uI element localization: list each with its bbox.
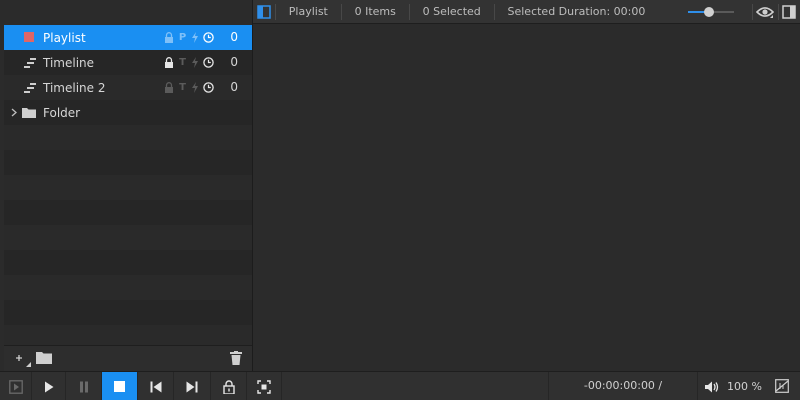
pause-button[interactable]	[66, 372, 102, 400]
lightning-icon[interactable]	[191, 82, 199, 93]
panel-left-icon	[256, 4, 271, 19]
play-outline-icon	[8, 379, 23, 394]
plus-icon	[16, 355, 31, 367]
toggle-right-panel-button[interactable]	[778, 0, 800, 24]
playlist-tree-panel: Playlist P 0 Timeline T 0 Timeline 2 T 0	[4, 25, 252, 350]
timeline-icon	[24, 58, 36, 68]
play-button[interactable]	[32, 372, 66, 400]
speaker-icon[interactable]	[705, 381, 719, 393]
tree-row-folder[interactable]: Folder	[4, 100, 252, 125]
lightning-icon[interactable]	[191, 32, 199, 43]
tree-row-timeline-2[interactable]: Timeline 2 T 0	[4, 75, 252, 100]
fit-view-button[interactable]	[247, 372, 282, 400]
skip-forward-icon	[186, 381, 198, 392]
pause-icon	[79, 381, 88, 392]
timecode-display: -00:00:00:00 / 00:00:00:00	[548, 372, 698, 400]
empty-row	[4, 200, 252, 225]
tree-row-count: 0	[230, 80, 238, 94]
empty-row	[4, 125, 252, 150]
clock-icon[interactable]	[203, 32, 214, 43]
play-icon	[44, 381, 53, 392]
chevron-right-icon[interactable]	[11, 108, 17, 117]
tree-row-count: 0	[230, 30, 238, 44]
panel-right-icon	[782, 4, 796, 19]
next-button[interactable]	[174, 372, 211, 400]
zoom-slider[interactable]	[688, 5, 735, 19]
lock-icon[interactable]	[164, 82, 174, 93]
selected-duration-label: Selected Duration: 00:00	[507, 5, 646, 18]
empty-row	[4, 175, 252, 200]
stop-button[interactable]	[102, 372, 138, 400]
lightning-icon[interactable]	[191, 57, 199, 68]
tree-row-name: Timeline 2	[43, 80, 106, 95]
tree-row-name: Timeline	[43, 55, 95, 70]
current-playlist-label: Playlist	[288, 5, 328, 18]
play-mode-flag[interactable]: T	[178, 57, 187, 68]
add-folder-button[interactable]	[36, 351, 54, 367]
preview-play-button[interactable]	[0, 372, 32, 400]
delete-button[interactable]	[230, 351, 244, 367]
selected-count-label: 0 Selected	[422, 5, 481, 18]
lock-icon[interactable]	[164, 32, 174, 43]
toggle-left-panel-button[interactable]	[252, 0, 275, 24]
volume-level: 100 %	[727, 380, 762, 393]
visibility-button[interactable]	[753, 0, 777, 24]
items-count-label: 0 Items	[354, 5, 396, 18]
folder-icon	[22, 108, 36, 118]
empty-row	[4, 250, 252, 275]
volume-control[interactable]: 100 %	[705, 372, 762, 400]
empty-row	[4, 300, 252, 325]
tree-row-name: Playlist	[43, 30, 86, 45]
top-toolbar: Playlist 0 Items 0 Selected Selected Dur…	[252, 0, 800, 24]
trash-icon	[230, 351, 242, 365]
timeline-icon	[24, 83, 36, 93]
playlist-color-icon	[24, 32, 34, 42]
play-mode-flag[interactable]: T	[178, 82, 187, 93]
tree-row-timeline[interactable]: Timeline T 0	[4, 50, 252, 75]
lock-playback-button[interactable]	[211, 372, 247, 400]
lock-icon[interactable]	[164, 57, 174, 68]
graph-settings-icon	[775, 379, 789, 393]
lock-icon	[222, 379, 235, 394]
tree-actions-bar	[4, 345, 252, 371]
skip-back-icon	[150, 381, 161, 392]
tree-row-playlist[interactable]: Playlist P 0	[4, 25, 252, 50]
transport-bar: -00:00:00:00 / 00:00:00:00 100 %	[0, 371, 800, 400]
zoom-slider-handle[interactable]	[704, 6, 715, 17]
play-mode-flag[interactable]: P	[178, 32, 187, 43]
clock-icon[interactable]	[203, 82, 214, 93]
eye-icon	[756, 6, 775, 18]
add-item-button[interactable]	[12, 350, 32, 368]
folder-icon	[36, 352, 52, 364]
playlist-content-area[interactable]	[253, 25, 800, 371]
empty-row	[4, 150, 252, 175]
empty-row	[4, 225, 252, 250]
previous-button[interactable]	[138, 372, 174, 400]
tree-row-name: Folder	[43, 105, 81, 120]
stop-icon	[114, 381, 125, 392]
empty-row	[4, 275, 252, 300]
expand-frame-icon	[257, 379, 271, 394]
clock-icon[interactable]	[203, 57, 214, 68]
settings-button[interactable]	[775, 379, 789, 393]
tree-row-count: 0	[230, 55, 238, 69]
